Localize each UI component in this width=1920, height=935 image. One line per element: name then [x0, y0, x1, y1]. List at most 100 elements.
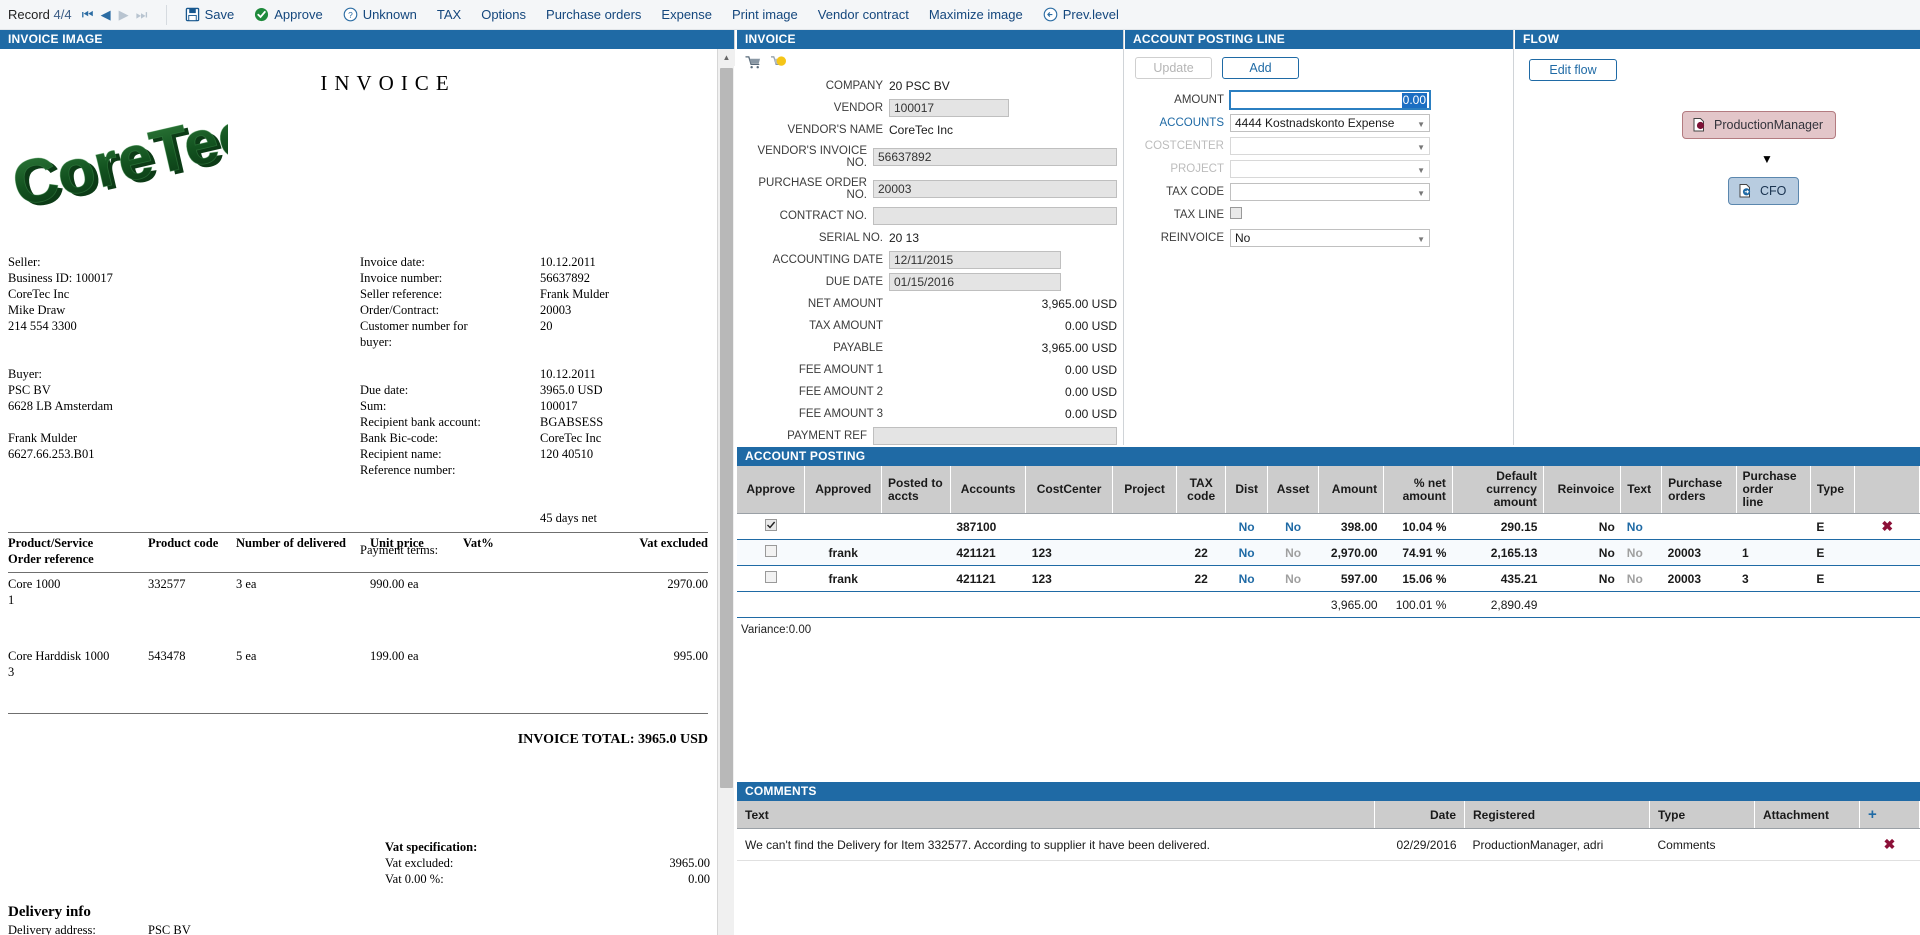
- posting-amount-input[interactable]: 0.00: [1229, 89, 1431, 110]
- options-button[interactable]: Options: [471, 0, 536, 30]
- th-amount[interactable]: Amount: [1318, 466, 1385, 514]
- contract-no-input[interactable]: [873, 207, 1117, 225]
- meta-value: 20: [540, 319, 553, 333]
- th-dist[interactable]: Dist: [1225, 466, 1269, 514]
- delete-row-icon[interactable]: ✖: [1854, 513, 1920, 540]
- buyer-vat: 6627.66.253.B01: [8, 447, 95, 461]
- cell-dist[interactable]: No: [1225, 565, 1268, 592]
- purchase-order-cart-icon[interactable]: [745, 55, 762, 70]
- accounting-date-input[interactable]: [889, 251, 1061, 269]
- purchase-orders-button[interactable]: Purchase orders: [536, 0, 651, 30]
- delete-comment-icon[interactable]: ✖: [1859, 828, 1920, 861]
- expense-label: Expense: [661, 7, 713, 22]
- th-project[interactable]: Project: [1112, 466, 1178, 514]
- contract-coin-icon[interactable]: [770, 55, 787, 70]
- delivery-row: Delivery address: PSC BV Hogeweg 28 6628…: [8, 922, 253, 935]
- cell-pct: 10.04 %: [1383, 513, 1453, 540]
- th-tax-code[interactable]: TAX code: [1176, 466, 1227, 514]
- first-record-button[interactable]: ⏮: [80, 7, 96, 23]
- vat-spec-value: 3965.00: [669, 856, 710, 870]
- th-type[interactable]: Type: [1810, 466, 1856, 514]
- purchase-order-no-input[interactable]: [873, 180, 1117, 198]
- delete-row-icon[interactable]: [1854, 539, 1920, 566]
- due-date-input[interactable]: [889, 273, 1061, 291]
- expense-button[interactable]: Expense: [651, 0, 722, 30]
- cell-amount: 398.00: [1318, 513, 1384, 540]
- th-comment-registered[interactable]: Registered: [1464, 801, 1650, 829]
- field-vendor-invoice-no: VENDOR'S INVOICE NO.: [737, 142, 1117, 172]
- cell-type: E: [1810, 513, 1855, 540]
- table-row[interactable]: 387100 No No 398.00 10.04 % 290.15 No No…: [737, 513, 1920, 540]
- th-comment-attachment[interactable]: Attachment: [1754, 801, 1860, 829]
- flow-node-production-manager[interactable]: ProductionManager: [1682, 111, 1837, 139]
- variance-label: Variance:0.00: [741, 624, 812, 636]
- th-approved[interactable]: Approved: [804, 466, 882, 514]
- th-text[interactable]: Text: [1620, 466, 1663, 514]
- th-comment-date[interactable]: Date: [1374, 801, 1465, 829]
- svg-text:?: ?: [348, 10, 353, 20]
- total-default-currency: 2,890.49: [1452, 591, 1544, 618]
- vendor-contract-button[interactable]: Vendor contract: [808, 0, 919, 30]
- update-button[interactable]: Update: [1135, 57, 1212, 79]
- vendor-label: VENDOR: [833, 102, 883, 114]
- maximize-image-button[interactable]: Maximize image: [919, 0, 1033, 30]
- payment-ref-input[interactable]: [873, 427, 1117, 445]
- th-accounts[interactable]: Accounts: [950, 466, 1027, 514]
- meta-value: [540, 334, 720, 350]
- scroll-up-icon[interactable]: ▲: [718, 49, 735, 66]
- last-record-button[interactable]: ⏭: [134, 7, 150, 23]
- product-qty: 3 ea: [236, 577, 257, 591]
- flow-node-cfo[interactable]: CFO: [1728, 177, 1800, 205]
- posting-costcenter-select[interactable]: ▼: [1230, 136, 1430, 155]
- posting-taxline-checkbox[interactable]: [1230, 207, 1242, 219]
- meta-value: BGABSESS: [540, 415, 604, 429]
- next-record-button[interactable]: ▶: [116, 7, 132, 23]
- tax-button[interactable]: TAX: [427, 0, 471, 30]
- table-row[interactable]: frank 421121 123 22 No No 597.00 15.06 %…: [737, 565, 1920, 592]
- th-purchase-order-line[interactable]: Purchase order line: [1736, 466, 1811, 514]
- prev-record-button[interactable]: ◀: [98, 7, 114, 23]
- options-label: Options: [481, 7, 527, 22]
- meta-row: Sum: 100017: [360, 398, 720, 414]
- posting-project-select[interactable]: ▼: [1230, 159, 1430, 178]
- comment-row[interactable]: We can't find the Delivery for Item 3325…: [737, 828, 1920, 861]
- buyer-heading: Buyer:: [8, 367, 43, 381]
- product-code: 332577: [148, 577, 186, 591]
- document-scrollbar[interactable]: ▲: [717, 49, 735, 935]
- unknown-button[interactable]: ? Unknown: [333, 0, 427, 30]
- posting-taxcode-select[interactable]: ▼: [1230, 182, 1430, 201]
- scrollbar-thumb[interactable]: [720, 68, 733, 788]
- vendor-input[interactable]: [889, 99, 1009, 117]
- chevron-down-icon: ▼: [1417, 188, 1425, 198]
- approve-button[interactable]: Approve: [244, 0, 332, 30]
- posting-reinvoice-select[interactable]: No ▼: [1230, 228, 1430, 247]
- save-label: Save: [204, 7, 235, 22]
- cell-asset[interactable]: No: [1267, 513, 1319, 540]
- table-row[interactable]: frank 421121 123 22 No No 2,970.00 74.91…: [737, 539, 1920, 566]
- th-default-currency-amount[interactable]: Default currency amount: [1452, 466, 1544, 514]
- save-button[interactable]: Save: [175, 0, 245, 30]
- th-comment-type[interactable]: Type: [1649, 801, 1755, 829]
- add-button[interactable]: Add: [1222, 57, 1299, 79]
- approve-checkbox-checked[interactable]: [764, 519, 777, 531]
- cell-text[interactable]: No: [1620, 513, 1662, 540]
- th-asset[interactable]: Asset: [1267, 466, 1319, 514]
- cell-dist[interactable]: No: [1225, 513, 1268, 540]
- th-purchase-orders[interactable]: Purchase orders: [1661, 466, 1737, 514]
- th-comment-text[interactable]: Text: [737, 801, 1375, 829]
- approve-checkbox[interactable]: [764, 545, 777, 557]
- print-image-button[interactable]: Print image: [722, 0, 808, 30]
- th-reinvoice[interactable]: Reinvoice: [1543, 466, 1622, 514]
- delete-row-icon[interactable]: [1854, 565, 1920, 592]
- add-comment-button[interactable]: +: [1859, 801, 1920, 829]
- vendor-invoice-no-input[interactable]: [873, 148, 1117, 166]
- th-posted-to-accts[interactable]: Posted to accts: [881, 466, 951, 514]
- posting-accounts-select[interactable]: 4444 Kostnadskonto Expense ▼: [1230, 113, 1430, 132]
- th-pct-net-amount[interactable]: % net amount: [1383, 466, 1453, 514]
- approve-checkbox[interactable]: [764, 571, 777, 583]
- prev-level-button[interactable]: Prev.level: [1033, 0, 1129, 30]
- edit-flow-button[interactable]: Edit flow: [1529, 59, 1617, 81]
- th-costcenter[interactable]: CostCenter: [1025, 466, 1113, 514]
- cell-dist[interactable]: No: [1225, 539, 1268, 566]
- th-approve[interactable]: Approve: [737, 466, 806, 514]
